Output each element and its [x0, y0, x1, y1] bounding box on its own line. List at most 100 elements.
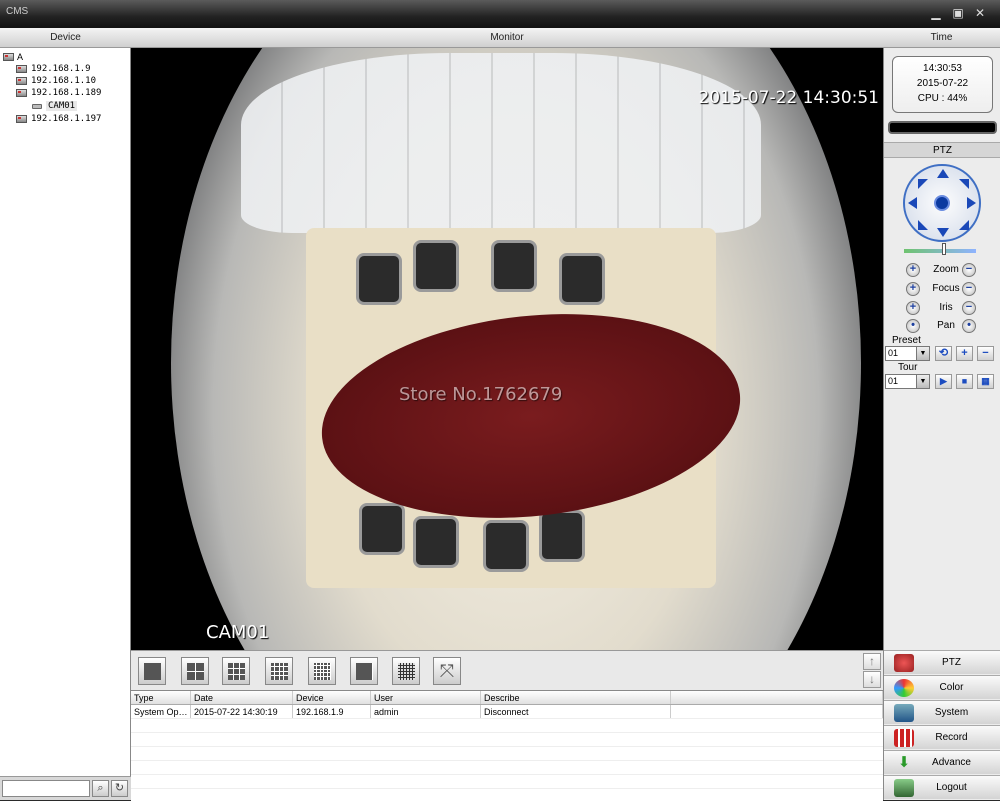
tour-grid-button[interactable]: ▦	[977, 374, 994, 389]
ptz-speed-knob[interactable]	[942, 243, 946, 255]
preset-remove-button[interactable]: −	[977, 346, 994, 361]
video-view[interactable]: Store No.1762679 2015-07-22 14:30:51 CAM…	[131, 48, 883, 650]
device-search-input[interactable]	[2, 780, 90, 797]
scroll-down-icon[interactable]: ↓	[863, 671, 881, 688]
focus-far-button[interactable]: −	[962, 282, 976, 296]
focus-near-button[interactable]: +	[906, 282, 920, 296]
layout-9-button[interactable]	[222, 657, 250, 685]
column-header-user[interactable]: User	[371, 691, 481, 704]
tree-item-label: 192.168.1.189	[31, 88, 102, 98]
column-header-describe[interactable]: Describe	[481, 691, 671, 704]
column-header-type[interactable]: Type	[131, 691, 191, 704]
chair-image	[491, 240, 537, 292]
zoom-in-button[interactable]: +	[906, 263, 920, 277]
right-panel: 14:30:53 2015-07-22 CPU : 44% PTZ + Zoom…	[883, 48, 1000, 800]
tree-item-label: 192.168.1.197	[31, 114, 102, 124]
menu-label: System	[934, 707, 969, 718]
preset-goto-button[interactable]: ⟲	[935, 346, 952, 361]
layout-9-icon	[227, 662, 245, 680]
layout-64-icon	[397, 662, 415, 680]
event-log-table: Type Date Device User Describe System Op…	[131, 690, 883, 801]
preset-add-button[interactable]: +	[956, 346, 973, 361]
arrow-down-left-icon[interactable]	[918, 220, 928, 230]
tree-item-label: 192.168.1.9	[31, 64, 91, 74]
time-header: Time	[883, 28, 1000, 48]
cell-user: admin	[371, 705, 481, 718]
minimize-button[interactable]: ▁	[928, 6, 944, 20]
preset-value: 01	[888, 348, 899, 358]
menu-record[interactable]: Record	[884, 725, 1000, 749]
tree-item-device[interactable]: 192.168.1.189	[16, 88, 101, 98]
pan-left-button[interactable]: •	[906, 319, 920, 333]
arrow-up-right-icon[interactable]	[959, 179, 969, 189]
ptz-direction-pad[interactable]	[903, 164, 981, 242]
ptz-center-button[interactable]	[934, 195, 950, 211]
tree-item-device[interactable]: 192.168.1.10	[16, 76, 96, 86]
clock-date: 2015-07-22	[916, 78, 969, 89]
layout-36-button[interactable]	[350, 657, 378, 685]
cell-empty	[671, 705, 883, 718]
menu-logout[interactable]: Logout	[884, 775, 1000, 799]
tour-stop-button[interactable]: ■	[956, 374, 973, 389]
arrow-right-icon[interactable]	[967, 197, 976, 209]
status-bar	[888, 121, 997, 134]
device-panel: A 192.168.1.9 192.168.1.10 192.168.1.189…	[0, 48, 131, 776]
ptz-speed-slider[interactable]	[904, 249, 976, 253]
maximize-button[interactable]: ▣	[950, 6, 966, 20]
close-button[interactable]: ✕	[972, 6, 988, 20]
tour-play-button[interactable]: ▶	[935, 374, 952, 389]
osd-timestamp: 2015-07-22 14:30:51	[698, 88, 879, 108]
clock-box: 14:30:53 2015-07-22 CPU : 44%	[892, 56, 993, 113]
arrow-left-icon[interactable]	[908, 197, 917, 209]
layout-1-button[interactable]	[138, 657, 166, 685]
column-header-device[interactable]: Device	[293, 691, 371, 704]
ptz-title: PTZ	[884, 142, 1000, 158]
ptz-icon	[894, 653, 914, 672]
column-header-date[interactable]: Date	[191, 691, 293, 704]
layout-25-button[interactable]	[308, 657, 336, 685]
scroll-up-icon[interactable]: ↑	[863, 653, 881, 670]
layout-4-button[interactable]	[181, 657, 209, 685]
cell-describe: Disconnect	[481, 705, 671, 718]
cell-date: 2015-07-22 14:30:19	[191, 705, 293, 718]
layout-scroll: ↑ ↓	[863, 653, 881, 689]
chair-image	[413, 240, 459, 292]
arrow-up-icon[interactable]	[937, 169, 949, 178]
tree-item-device[interactable]: 192.168.1.9	[16, 64, 91, 74]
table-row[interactable]: System Ope... 2015-07-22 14:30:19 192.16…	[131, 705, 883, 719]
arrow-down-icon[interactable]	[937, 228, 949, 237]
fullscreen-button[interactable]: ⤧	[433, 657, 461, 685]
zoom-out-button[interactable]: −	[962, 263, 976, 277]
column-header-empty	[671, 691, 883, 704]
tree-item-device[interactable]: 192.168.1.197	[16, 114, 101, 124]
pan-control: • Pan •	[906, 318, 986, 334]
zoom-control: + Zoom −	[906, 262, 986, 278]
pan-right-button[interactable]: •	[962, 319, 976, 333]
menu-label: Advance	[932, 757, 971, 768]
dvr-icon	[16, 77, 27, 85]
preset-select[interactable]: 01 ▼	[885, 346, 930, 361]
arrow-up-left-icon[interactable]	[918, 179, 928, 189]
tour-select[interactable]: 01 ▼	[885, 374, 930, 389]
watermark: Store No.1762679	[399, 384, 563, 405]
dvr-icon	[16, 65, 27, 73]
tree-item-label: CAM01	[46, 101, 78, 111]
layout-64-button[interactable]	[392, 657, 420, 685]
menu-color[interactable]: Color	[884, 675, 1000, 699]
refresh-icon[interactable]: ↻	[111, 780, 128, 797]
iris-open-button[interactable]: +	[906, 301, 920, 315]
layout-16-button[interactable]	[265, 657, 293, 685]
layout-4-icon	[186, 662, 204, 680]
menu-system[interactable]: System	[884, 700, 1000, 724]
log-header-row: Type Date Device User Describe	[131, 691, 883, 705]
menu-ptz[interactable]: PTZ	[884, 650, 1000, 674]
menu-advance[interactable]: ⬇ Advance	[884, 750, 1000, 774]
tree-root[interactable]: A	[3, 52, 23, 62]
iris-close-button[interactable]: −	[962, 301, 976, 315]
chevron-down-icon: ▼	[916, 375, 929, 388]
tree-item-camera[interactable]: CAM01	[32, 101, 78, 111]
arrow-down-right-icon[interactable]	[959, 220, 969, 230]
menu-label: Color	[939, 682, 964, 693]
search-icon[interactable]: ⌕	[92, 780, 109, 797]
chair-image	[483, 520, 529, 572]
